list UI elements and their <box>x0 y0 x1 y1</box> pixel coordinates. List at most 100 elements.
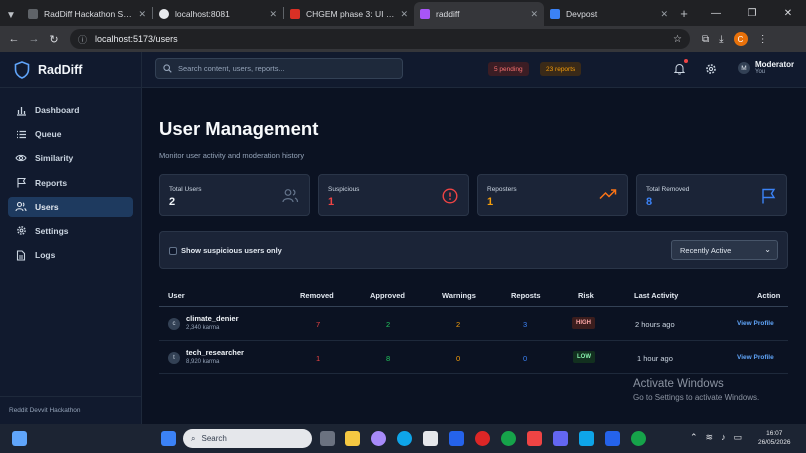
username[interactable]: climate_denier <box>186 314 239 323</box>
dashboard-icon <box>15 104 27 116</box>
new-tab-button[interactable]: + <box>674 6 694 21</box>
users-table: User Removed Approved Warnings Reposts R… <box>159 284 788 374</box>
outlook-icon[interactable] <box>449 431 464 446</box>
list-icon <box>15 128 27 140</box>
site-info-icon[interactable]: ⓘ <box>78 33 87 46</box>
profile-avatar[interactable]: C <box>733 32 748 46</box>
teams-icon[interactable] <box>553 431 568 446</box>
file-explorer-icon[interactable] <box>345 431 360 446</box>
tab-menu-button[interactable]: ▼ <box>0 4 22 26</box>
reload-icon[interactable]: ↻ <box>44 33 64 46</box>
stat-value: 8 <box>646 196 653 208</box>
close-icon[interactable]: ✕ <box>138 9 146 20</box>
user-role: You <box>755 69 766 75</box>
chevron-up-icon[interactable]: ⌃ <box>690 432 698 443</box>
browser-menu-icon[interactable]: ⋮ <box>758 34 768 45</box>
view-profile-link[interactable]: View Profile <box>737 320 774 327</box>
system-tray: ⌃ ≋ ♪ ▭ <box>690 432 742 443</box>
app-icon[interactable] <box>579 431 594 446</box>
extensions-icon[interactable]: ⧉ <box>702 34 709 45</box>
removed-count: 1 <box>316 353 321 363</box>
sidebar-item-queue[interactable]: Queue <box>8 124 133 144</box>
wifi-icon[interactable]: ≋ <box>706 432 714 443</box>
tab-favicon <box>159 9 169 19</box>
user-info: Moderator You <box>755 60 794 76</box>
taskbar: ⌕ Search ⌃ ≋ ♪ ▭ 16:07 26/05/2026 <box>0 424 806 453</box>
reports-badge[interactable]: 23 reports <box>540 62 582 76</box>
task-view-icon[interactable] <box>320 431 335 446</box>
brand[interactable]: RadDiff <box>0 52 141 88</box>
stat-card-total-users: Total Users 2 <box>159 174 310 216</box>
sidebar-item-label: Users <box>35 201 59 212</box>
last-activity: 2 hours ago <box>635 320 675 329</box>
sidebar-item-similarity[interactable]: Similarity <box>8 148 133 168</box>
reposts-count: 0 <box>523 353 528 363</box>
forward-icon[interactable]: → <box>24 33 44 45</box>
youtube-icon[interactable] <box>527 431 542 446</box>
volume-icon[interactable]: ♪ <box>721 432 726 443</box>
url-text: localhost:5173/users <box>95 34 178 44</box>
browser-tab[interactable]: Devpost ✕ <box>544 2 674 26</box>
minimize-icon[interactable]: — <box>698 8 734 19</box>
browser-tab[interactable]: RadDiff Hackathon Setup ✕ <box>22 2 152 26</box>
widgets-icon[interactable] <box>12 431 27 446</box>
sidebar-item-dashboard[interactable]: Dashboard <box>8 100 133 120</box>
notifications-button[interactable] <box>673 59 688 80</box>
copilot-icon[interactable] <box>371 431 386 446</box>
search-icon: ⌕ <box>191 433 196 443</box>
url-field[interactable]: ⓘ localhost:5173/users ☆ <box>70 29 690 49</box>
sidebar-menu: Dashboard Queue Similarity Reports Users… <box>0 88 141 281</box>
brand-name: RadDiff <box>38 62 83 77</box>
sidebar-footer: Reddit Devvit Hackathon <box>0 396 141 424</box>
karma: 8,920 karma <box>186 358 220 365</box>
address-bar-row: ← → ↻ ⓘ localhost:5173/users ☆ ⧉ ⤓ C ⋮ <box>0 26 806 52</box>
approved-count: 8 <box>386 353 391 363</box>
maximize-icon[interactable]: ❐ <box>734 8 770 19</box>
sidebar-item-logs[interactable]: Logs <box>8 245 133 265</box>
sort-select[interactable]: Recently Active ⌄ <box>671 240 778 260</box>
trending-up-icon <box>599 189 617 200</box>
battery-icon[interactable]: ▭ <box>734 432 743 443</box>
chrome-icon[interactable] <box>501 431 516 446</box>
checkbox-label[interactable]: Show suspicious users only <box>181 246 282 255</box>
col-risk: Risk <box>578 291 594 300</box>
chrome-icon[interactable] <box>631 431 646 446</box>
browser-tab[interactable]: CHGEM phase 3: UI foundati ✕ <box>284 2 414 26</box>
user-menu[interactable]: M Moderator You <box>738 60 794 76</box>
bookmark-star-icon[interactable]: ☆ <box>673 34 682 45</box>
stat-label: Suspicious <box>328 186 360 193</box>
taskbar-search[interactable]: ⌕ Search <box>183 429 312 448</box>
stat-card-reposters: Reposters 1 <box>477 174 628 216</box>
close-icon[interactable]: ✕ <box>269 9 277 20</box>
sidebar-item-users[interactable]: Users <box>8 196 133 217</box>
flag-icon <box>15 177 27 189</box>
edge-icon[interactable] <box>397 431 412 446</box>
close-icon[interactable]: ✕ <box>400 9 408 20</box>
start-icon[interactable] <box>161 431 176 446</box>
search-box[interactable] <box>155 58 403 79</box>
username[interactable]: tech_researcher <box>186 348 244 357</box>
close-icon[interactable]: ✕ <box>660 9 668 20</box>
tab-label: localhost:8081 <box>175 9 230 19</box>
opera-icon[interactable] <box>475 431 490 446</box>
clock[interactable]: 16:07 26/05/2026 <box>758 429 791 447</box>
close-window-icon[interactable]: ✕ <box>770 8 806 19</box>
vscode-icon[interactable] <box>605 431 620 446</box>
settings-button[interactable] <box>705 62 717 80</box>
stat-value: 1 <box>328 196 335 208</box>
sidebar-item-label: Reports <box>35 177 68 188</box>
search-input[interactable] <box>178 64 398 73</box>
browser-tab-active[interactable]: raddiff ✕ <box>414 2 544 26</box>
back-icon[interactable]: ← <box>4 33 24 45</box>
close-icon[interactable]: ✕ <box>530 9 538 20</box>
pending-badge[interactable]: 5 pending <box>488 62 529 76</box>
store-icon[interactable] <box>423 431 438 446</box>
download-icon[interactable]: ⤓ <box>719 34 723 45</box>
suspicious-only-checkbox[interactable] <box>169 247 177 255</box>
filter-bar: Show suspicious users only Recently Acti… <box>159 231 788 269</box>
browser-tab[interactable]: localhost:8081 ✕ <box>153 2 283 26</box>
sidebar-item-settings[interactable]: Settings <box>8 221 133 241</box>
view-profile-link[interactable]: View Profile <box>737 354 774 361</box>
sidebar-item-reports[interactable]: Reports <box>8 173 133 193</box>
karma: 2,340 karma <box>186 325 220 331</box>
